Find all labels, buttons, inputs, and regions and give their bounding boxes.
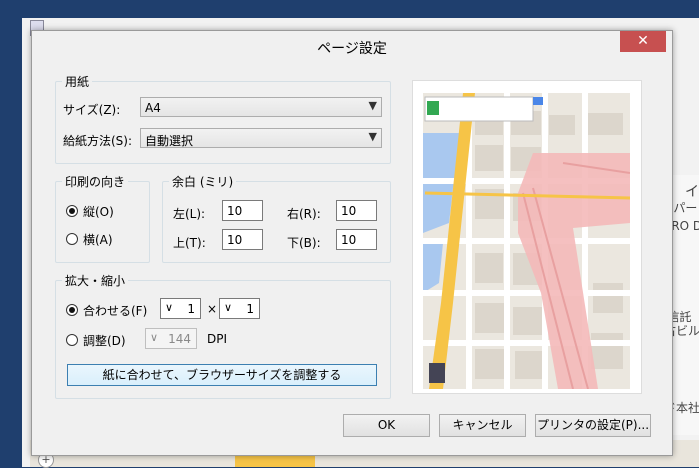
landscape-radio[interactable]	[66, 233, 78, 245]
top-margin-label: 上(T):	[173, 236, 206, 250]
print-preview	[412, 80, 642, 394]
scaling-group: 拡大・縮小 合わせる(F) ∨ 1 × ∨ 1 調整(D) ∨ 144 DPI …	[55, 272, 391, 399]
left-margin-input[interactable]: 10	[222, 200, 263, 221]
fit-radio[interactable]	[66, 304, 78, 316]
ok-button[interactable]: OK	[343, 414, 430, 437]
right-margin-input[interactable]: 10	[336, 200, 377, 221]
fit-browser-button[interactable]: 紙に合わせて、ブラウザーサイズを調整する	[67, 364, 377, 386]
source-label: 給紙方法(S):	[63, 134, 133, 148]
fit-tall-value: 1	[246, 302, 254, 316]
bottom-margin-label: 下(B):	[287, 236, 321, 250]
scaling-legend: 拡大・縮小	[62, 272, 129, 289]
chevron-down-icon[interactable]: ∨	[150, 331, 158, 344]
right-margin-label: 右(R):	[287, 207, 321, 221]
fit-wide-value: 1	[187, 302, 195, 316]
close-button[interactable]: ✕	[620, 31, 666, 52]
dpi-spinner[interactable]: ∨ 144	[145, 328, 197, 349]
chevron-down-icon: ▼	[368, 99, 377, 112]
map-label: イ	[685, 184, 699, 200]
map-preview-graphic	[423, 93, 630, 389]
dpi-unit: DPI	[207, 332, 228, 346]
close-icon: ✕	[637, 33, 649, 49]
bottom-margin-input[interactable]: 10	[336, 229, 377, 250]
portrait-label[interactable]: 縦(O)	[83, 203, 114, 220]
orientation-group: 印刷の向き 縦(O) 横(A)	[55, 173, 150, 263]
chevron-down-icon: ▼	[368, 130, 377, 143]
left-margin-label: 左(L):	[173, 207, 206, 221]
dpi-value: 144	[168, 332, 191, 346]
cancel-button[interactable]: キャンセル	[439, 414, 526, 437]
orientation-legend: 印刷の向き	[62, 173, 129, 190]
page-setup-dialog: ページ設定 ✕ 用紙 サイズ(Z): A4 ▼ 給紙方法(S): 自動選択 ▼ …	[31, 30, 673, 456]
fit-tall-spinner[interactable]: ∨ 1	[219, 298, 260, 319]
times-sign: ×	[207, 302, 218, 316]
size-select[interactable]: A4 ▼	[140, 97, 382, 117]
adjust-radio[interactable]	[66, 334, 78, 346]
chevron-down-icon[interactable]: ∨	[224, 301, 232, 314]
size-label: サイズ(Z):	[63, 103, 121, 117]
adjust-label[interactable]: 調整(D)	[83, 332, 126, 349]
source-select[interactable]: 自動選択 ▼	[140, 128, 382, 148]
printer-settings-button[interactable]: プリンタの設定(P)...	[535, 414, 651, 437]
fit-label[interactable]: 合わせる(F)	[83, 302, 147, 319]
paper-legend: 用紙	[62, 73, 93, 90]
source-value: 自動選択	[145, 134, 194, 148]
size-value: A4	[145, 101, 161, 115]
margins-legend: 余白 (ミリ)	[169, 173, 237, 190]
map-preview	[423, 93, 630, 389]
top-margin-input[interactable]: 10	[222, 229, 263, 250]
chevron-down-icon[interactable]: ∨	[165, 301, 173, 314]
fit-wide-spinner[interactable]: ∨ 1	[160, 298, 201, 319]
dialog-title: ページ設定	[317, 41, 387, 57]
margins-group: 余白 (ミリ) 左(L): 10 右(R): 10 上(T): 10 下(B):…	[162, 173, 391, 263]
title-bar[interactable]: ページ設定 ✕	[32, 31, 672, 61]
landscape-label[interactable]: 横(A)	[83, 231, 113, 248]
portrait-radio[interactable]	[66, 205, 78, 217]
paper-group: 用紙 サイズ(Z): A4 ▼ 給紙方法(S): 自動選択 ▼	[55, 73, 391, 164]
